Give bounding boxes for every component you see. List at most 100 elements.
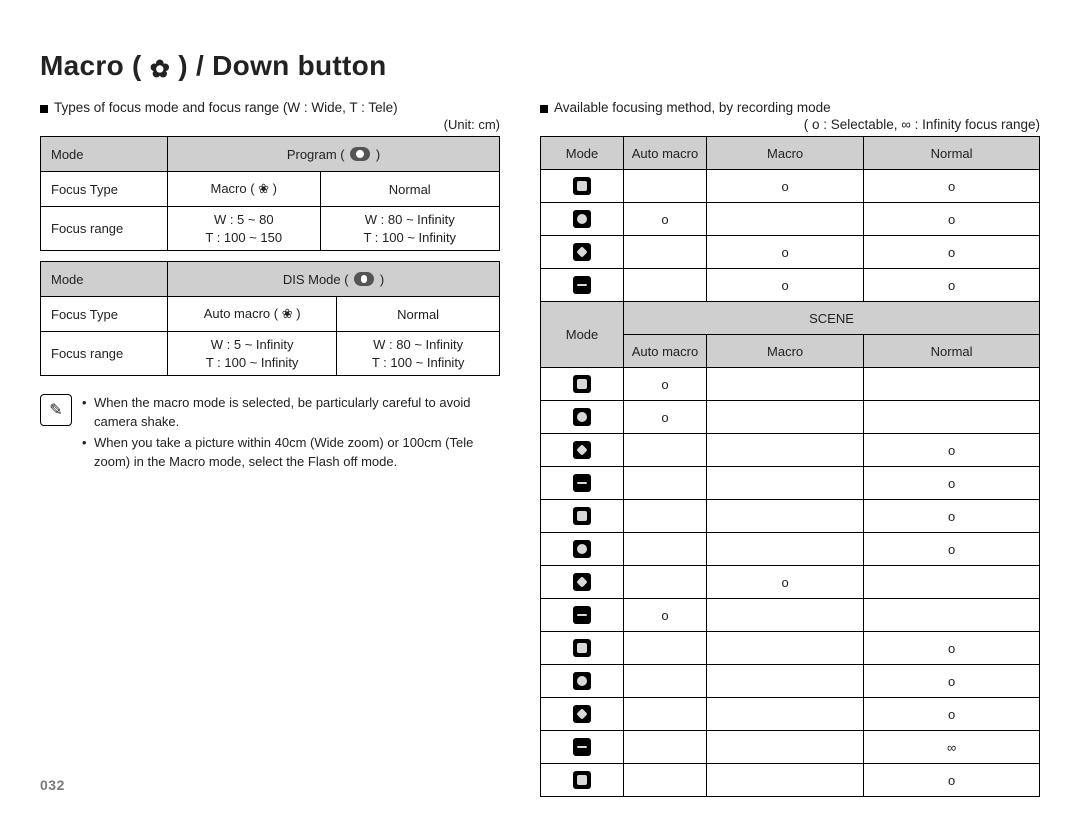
cell-normal <box>864 566 1040 599</box>
note-item: When you take a picture within 40cm (Wid… <box>82 434 500 472</box>
cell-macro <box>707 764 864 797</box>
col-mode: Mode <box>541 302 624 368</box>
focus-type-label: Focus Type <box>41 172 168 207</box>
hand-pill-icon <box>354 272 374 286</box>
mode-icon-cell <box>541 236 624 269</box>
cell-normal: o <box>864 632 1040 665</box>
cell-macro: o <box>707 170 864 203</box>
focus-type-label: Focus Type <box>41 297 168 332</box>
col-auto-macro: Auto macro <box>624 137 707 170</box>
cell-macro <box>707 665 864 698</box>
mode-value: DIS Mode ( ) <box>168 262 500 297</box>
mode-icon-cell <box>541 368 624 401</box>
cell-macro <box>707 203 864 236</box>
recording-mode-icon <box>573 507 591 525</box>
mode-icon-cell <box>541 500 624 533</box>
mode-label: Mode <box>41 137 168 172</box>
right-column: Available focusing method, by recording … <box>540 100 1040 797</box>
recording-mode-icon <box>573 276 591 294</box>
cell-normal: o <box>864 434 1040 467</box>
col-macro: Macro <box>707 335 864 368</box>
mode-value: Program ( ) <box>168 137 500 172</box>
recording-mode-icon <box>573 639 591 657</box>
note-pencil-icon: ✎ <box>40 394 72 426</box>
mode-icon-cell <box>541 434 624 467</box>
table-row: o <box>541 533 1040 566</box>
note-block: ✎ When the macro mode is selected, be pa… <box>40 394 500 473</box>
right-heading-text: Available focusing method, by recording … <box>554 100 831 115</box>
mode-label: Mode <box>41 262 168 297</box>
cell-auto-macro <box>624 632 707 665</box>
recording-mode-icon <box>573 606 591 624</box>
recording-mode-icon <box>573 408 591 426</box>
cell-auto-macro: o <box>624 599 707 632</box>
mode-icon-cell <box>541 467 624 500</box>
table-row: o <box>541 599 1040 632</box>
mode-icon-cell <box>541 401 624 434</box>
cell-macro <box>707 632 864 665</box>
cell-auto-macro <box>624 236 707 269</box>
cell-normal <box>864 368 1040 401</box>
bullet-square-icon <box>540 105 548 113</box>
cell-macro <box>707 401 864 434</box>
cell-normal: o <box>864 665 1040 698</box>
mode-icon-cell <box>541 764 624 797</box>
scene-label: SCENE <box>624 302 1040 335</box>
focus-range-value: W : 80 ~ InfinityT : 100 ~ Infinity <box>320 207 500 251</box>
cell-auto-macro <box>624 698 707 731</box>
table-row: o <box>541 764 1040 797</box>
recording-mode-icon <box>573 177 591 195</box>
cell-macro <box>707 731 864 764</box>
mode-icon-cell <box>541 170 624 203</box>
cell-macro <box>707 467 864 500</box>
cell-auto-macro <box>624 731 707 764</box>
cell-auto-macro <box>624 566 707 599</box>
table-row: o <box>541 401 1040 434</box>
table-row: o <box>541 665 1040 698</box>
focus-range-table: ModeDIS Mode ( )Focus TypeAuto macro ( ❀… <box>40 261 500 376</box>
table-row: ∞ <box>541 731 1040 764</box>
recording-mode-icon <box>573 441 591 459</box>
cell-macro <box>707 500 864 533</box>
cell-normal <box>864 401 1040 434</box>
table-row: o <box>541 566 1040 599</box>
cell-macro <box>707 599 864 632</box>
focus-range-value: W : 5 ~ InfinityT : 100 ~ Infinity <box>168 332 337 376</box>
recording-mode-icon <box>573 540 591 558</box>
cell-normal <box>864 599 1040 632</box>
cell-normal: o <box>864 269 1040 302</box>
cell-normal: o <box>864 236 1040 269</box>
table-row: o <box>541 368 1040 401</box>
table-row: o <box>541 632 1040 665</box>
cell-macro: o <box>707 269 864 302</box>
mode-icon-cell <box>541 203 624 236</box>
mode-icon-cell <box>541 566 624 599</box>
focus-range-table: ModeProgram ( )Focus TypeMacro ( ❀ )Norm… <box>40 136 500 251</box>
cell-normal: o <box>864 698 1040 731</box>
mode-icon-cell <box>541 632 624 665</box>
table-row: o <box>541 698 1040 731</box>
note-item: When the macro mode is selected, be part… <box>82 394 500 432</box>
legend: ( o : Selectable, ∞ : Infinity focus ran… <box>540 117 1040 132</box>
focus-range-label: Focus range <box>41 332 168 376</box>
focus-type-value: Normal <box>337 297 500 332</box>
cell-macro <box>707 368 864 401</box>
macro-flower-icon: ✿ <box>150 58 170 82</box>
right-heading: Available focusing method, by recording … <box>540 100 1040 115</box>
table-row: o o <box>541 203 1040 236</box>
focus-method-table: Mode Auto macro Macro Normal o o o o o o… <box>540 136 1040 797</box>
cell-macro: o <box>707 236 864 269</box>
cell-auto-macro <box>624 467 707 500</box>
cell-auto-macro: o <box>624 203 707 236</box>
recording-mode-icon <box>573 474 591 492</box>
mode-icon-cell <box>541 731 624 764</box>
focus-range-value: W : 80 ~ InfinityT : 100 ~ Infinity <box>337 332 500 376</box>
col-macro: Macro <box>707 137 864 170</box>
table-row: o o <box>541 269 1040 302</box>
cell-macro <box>707 434 864 467</box>
cell-normal: o <box>864 533 1040 566</box>
focus-type-value: Auto macro ( ❀ ) <box>168 297 337 332</box>
table-row: o <box>541 434 1040 467</box>
cell-auto-macro: o <box>624 368 707 401</box>
cell-auto-macro <box>624 170 707 203</box>
